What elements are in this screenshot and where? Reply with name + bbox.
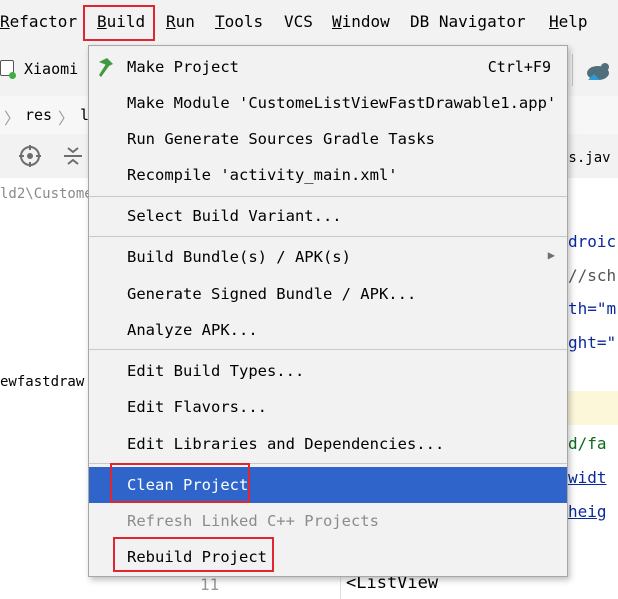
clean-project-annotation-box — [110, 463, 250, 503]
menu-item-generate-signed[interactable]: Generate Signed Bundle / APK... — [89, 277, 567, 311]
gutter-divider — [340, 575, 341, 599]
hammer-icon — [99, 58, 113, 77]
menu-item-label: Edit Libraries and Dependencies... — [127, 435, 445, 453]
editor-tab-strip: es.jav — [560, 134, 618, 178]
sync-gradle-icon[interactable] — [584, 58, 612, 84]
menu-refactor[interactable]: Refactor — [0, 12, 77, 31]
menu-item-shortcut: Ctrl+F9 — [487, 58, 551, 76]
menu-item-label: Analyze APK... — [127, 321, 258, 339]
project-panel: ld2\Custome ewfastdraw — [0, 178, 93, 599]
menu-tools[interactable]: Tools — [215, 12, 263, 31]
code-line: heig — [568, 502, 607, 521]
menu-item-recompile[interactable]: Recompile 'activity_main.xml' — [89, 158, 567, 192]
menu-item-label: Run Generate Sources Gradle Tasks — [127, 130, 435, 148]
line-number: 11 — [200, 575, 220, 594]
menu-item-edit-libraries[interactable]: Edit Libraries and Dependencies... — [89, 427, 567, 461]
menu-item-label: Edit Flavors... — [127, 398, 267, 416]
build-menu-annotation-box — [83, 5, 155, 41]
code-line: droic — [568, 232, 617, 251]
menu-item-make-module[interactable]: Make Module 'CustomeListViewFastDrawable… — [89, 86, 567, 120]
code-line: //sch — [568, 266, 617, 285]
code-line: th="m — [568, 299, 617, 318]
menu-item-refresh-linked-cpp: Refresh Linked C++ Projects — [89, 504, 567, 538]
menu-item-label: Select Build Variant... — [127, 207, 342, 225]
code-line: widt — [568, 468, 607, 487]
menu-window[interactable]: Window — [332, 12, 390, 31]
menu-item-label: Make Project — [127, 58, 239, 76]
menu-separator — [89, 236, 567, 237]
menu-help[interactable]: Help — [549, 12, 588, 31]
menu-item-edit-build-types[interactable]: Edit Build Types... — [89, 354, 567, 388]
menu-item-label: Build Bundle(s) / APK(s) — [127, 248, 351, 266]
menu-db-navigator[interactable]: DB Navigator — [410, 12, 526, 31]
menu-item-label: Recompile 'activity_main.xml' — [127, 166, 398, 184]
menu-item-label: Make Module 'CustomeListViewFastDrawable… — [127, 94, 557, 112]
editor-bottom-strip: 11 <ListView — [200, 573, 618, 599]
menu-item-label: Generate Signed Bundle / APK... — [127, 285, 417, 303]
breadcrumb-res[interactable]: res — [25, 106, 52, 124]
code-line-highlight — [566, 391, 618, 425]
code-editor[interactable]: droic //sch th="m ght=" d/fa widt heig — [560, 178, 618, 599]
breadcrumb-separator-icon: 〉 — [58, 109, 75, 128]
device-selector[interactable]: Xiaomi — [24, 60, 78, 78]
menu-item-run-generate-sources[interactable]: Run Generate Sources Gradle Tasks — [89, 122, 567, 156]
menu-item-label: Refresh Linked C++ Projects — [127, 512, 379, 530]
project-path: ld2\Custome — [0, 186, 93, 202]
status-dot-icon — [9, 72, 16, 79]
code-line: d/fa — [568, 434, 607, 453]
menu-item-label: Edit Build Types... — [127, 362, 305, 380]
project-tree-item[interactable]: ewfastdraw — [0, 374, 84, 390]
menu-item-make-project[interactable]: Make Project Ctrl+F9 — [89, 50, 567, 84]
toolbar-divider — [572, 54, 573, 86]
menu-run[interactable]: Run — [166, 12, 195, 31]
menu-item-build-bundle-apk[interactable]: Build Bundle(s) / APK(s) ▶ — [89, 240, 567, 274]
menu-item-analyze-apk[interactable]: Analyze APK... — [89, 313, 567, 347]
code-line: ght=" — [568, 333, 617, 352]
submenu-arrow-icon: ▶ — [547, 248, 555, 262]
menu-item-edit-flavors[interactable]: Edit Flavors... — [89, 390, 567, 424]
breadcrumb-separator-icon: 〉 — [4, 109, 21, 128]
crosshair-icon[interactable] — [18, 144, 42, 168]
menu-separator — [89, 349, 567, 350]
menu-item-select-build-variant[interactable]: Select Build Variant... — [89, 199, 567, 233]
menu-separator — [89, 196, 567, 197]
collapse-icon[interactable] — [62, 144, 84, 168]
rebuild-project-annotation-box — [113, 537, 274, 572]
menu-vcs[interactable]: VCS — [284, 12, 313, 31]
